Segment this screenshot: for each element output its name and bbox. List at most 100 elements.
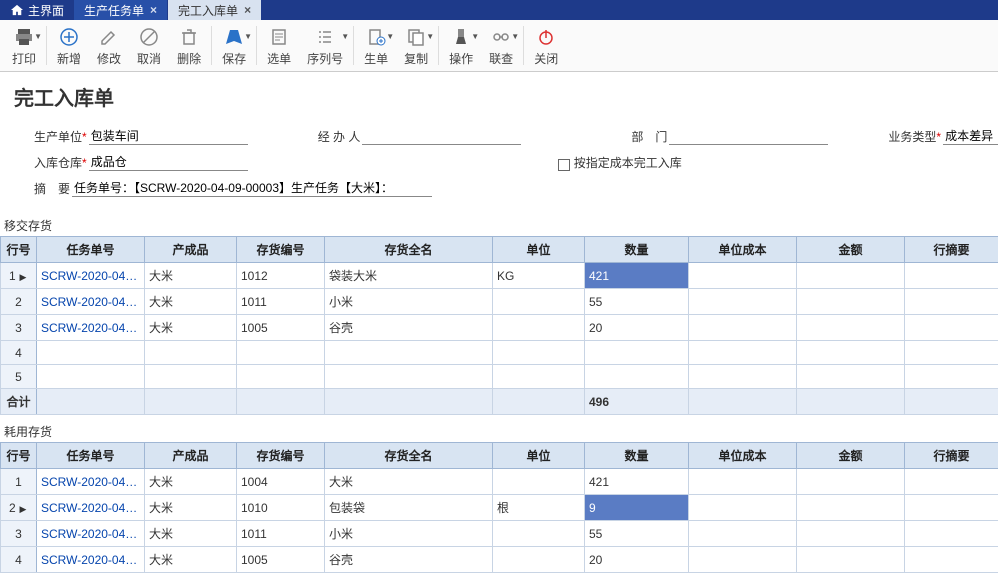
cell-unit[interactable]: 根	[493, 495, 585, 521]
cell-qty[interactable]: 20	[585, 315, 689, 341]
cell-rownum[interactable]: 2	[1, 289, 37, 315]
cell-code[interactable]: 1011	[237, 289, 325, 315]
cell-task[interactable]: SCRW-2020-04-09-0	[37, 495, 145, 521]
cell-name[interactable]	[325, 365, 493, 389]
cell-rownum[interactable]: 3	[1, 315, 37, 341]
handler-input[interactable]	[362, 127, 521, 145]
cell-qty[interactable]: 55	[585, 521, 689, 547]
col-amount[interactable]: 金额	[797, 443, 905, 469]
cell-unit[interactable]	[493, 365, 585, 389]
chevron-down-icon[interactable]: ▼	[386, 32, 394, 41]
cell-amount[interactable]	[797, 365, 905, 389]
cell-prod[interactable]: 大米	[145, 495, 237, 521]
cell-code[interactable]: 1011	[237, 521, 325, 547]
cell-remark[interactable]	[905, 495, 998, 521]
table-row[interactable]: 3SCRW-2020-04-09-0大米1005谷壳 20	[1, 315, 998, 341]
col-code[interactable]: 存货编号	[237, 443, 325, 469]
col-unit[interactable]: 单位	[493, 237, 585, 263]
cell-rownum[interactable]: 4	[1, 341, 37, 365]
cell-code[interactable]: 1005	[237, 315, 325, 341]
field-spec-cost[interactable]: 按指定成本完工入库	[558, 154, 682, 171]
chevron-down-icon[interactable]: ▼	[244, 32, 252, 41]
cell-remark[interactable]	[905, 521, 998, 547]
cell-remark[interactable]	[905, 365, 998, 389]
cell-amount[interactable]	[797, 315, 905, 341]
cell-code[interactable]	[237, 341, 325, 365]
cell-unit[interactable]	[493, 315, 585, 341]
chevron-down-icon[interactable]: ▼	[34, 32, 42, 41]
cell-task[interactable]: SCRW-2020-04-09-0	[37, 315, 145, 341]
table-row[interactable]: 1SCRW-2020-04-09-0大米1004大米421	[1, 469, 998, 495]
col-name[interactable]: 存货全名	[325, 237, 493, 263]
cell-rownum[interactable]: 2 ▶	[1, 495, 37, 521]
cell-unit[interactable]	[493, 547, 585, 573]
cell-ucost[interactable]	[689, 547, 797, 573]
edit-button[interactable]: 修改	[89, 22, 129, 69]
col-rownum[interactable]: 行号	[1, 443, 37, 469]
table-row[interactable]: 3SCRW-2020-04-09-0大米1011小米55	[1, 521, 998, 547]
cancel-button[interactable]: 取消	[129, 22, 169, 69]
col-rownum[interactable]: 行号	[1, 237, 37, 263]
chevron-down-icon[interactable]: ▼	[511, 32, 519, 41]
link-query-button[interactable]: 联查 ▼	[481, 22, 521, 69]
copy-button[interactable]: 复制 ▼	[396, 22, 436, 69]
cell-code[interactable]: 1005	[237, 547, 325, 573]
cell-task[interactable]: SCRW-2020-04-09-0	[37, 263, 145, 289]
col-qty[interactable]: 数量	[585, 443, 689, 469]
col-task[interactable]: 任务单号	[37, 443, 145, 469]
cell-ucost[interactable]	[689, 469, 797, 495]
cell-name[interactable]: 谷壳	[325, 315, 493, 341]
close-icon[interactable]: ×	[244, 3, 251, 17]
serial-button[interactable]: 序列号 ▼	[299, 22, 351, 69]
cell-remark[interactable]	[905, 315, 998, 341]
cell-rownum[interactable]: 1	[1, 469, 37, 495]
col-name[interactable]: 存货全名	[325, 443, 493, 469]
cell-amount[interactable]	[797, 289, 905, 315]
cell-qty[interactable]	[585, 341, 689, 365]
biz-type-input[interactable]	[943, 127, 998, 145]
in-wh-input[interactable]	[89, 153, 248, 171]
cell-prod[interactable]: 大米	[145, 547, 237, 573]
chevron-down-icon[interactable]: ▼	[471, 32, 479, 41]
cell-prod[interactable]: 大米	[145, 315, 237, 341]
cell-rownum[interactable]: 3	[1, 521, 37, 547]
cell-rownum[interactable]: 1 ▶	[1, 263, 37, 289]
col-code[interactable]: 存货编号	[237, 237, 325, 263]
cell-task[interactable]	[37, 365, 145, 389]
col-amount[interactable]: 金额	[797, 237, 905, 263]
cell-unit[interactable]	[493, 289, 585, 315]
tab-completion-in[interactable]: 完工入库单 ×	[168, 0, 262, 20]
tab-home[interactable]: 主界面	[0, 0, 74, 20]
cell-prod[interactable]	[145, 341, 237, 365]
col-task[interactable]: 任务单号	[37, 237, 145, 263]
cell-amount[interactable]	[797, 263, 905, 289]
cell-amount[interactable]	[797, 521, 905, 547]
table-row[interactable]: 4SCRW-2020-04-09-0大米1005谷壳20	[1, 547, 998, 573]
print-button[interactable]: 打印 ▼	[4, 22, 44, 69]
cell-name[interactable]: 袋装大米	[325, 263, 493, 289]
cell-qty[interactable]: 20	[585, 547, 689, 573]
cell-name[interactable]: 包装袋	[325, 495, 493, 521]
cell-amount[interactable]	[797, 547, 905, 573]
chevron-down-icon[interactable]: ▼	[341, 32, 349, 41]
cell-remark[interactable]	[905, 341, 998, 365]
close-button[interactable]: 关闭	[526, 22, 566, 69]
cell-code[interactable]: 1010	[237, 495, 325, 521]
cell-rownum[interactable]: 4	[1, 547, 37, 573]
cell-prod[interactable]	[145, 365, 237, 389]
operate-button[interactable]: 操作 ▼	[441, 22, 481, 69]
cell-amount[interactable]	[797, 495, 905, 521]
cell-prod[interactable]: 大米	[145, 521, 237, 547]
table-row[interactable]: 4	[1, 341, 998, 365]
cell-ucost[interactable]	[689, 341, 797, 365]
delete-button[interactable]: 删除	[169, 22, 209, 69]
cell-name[interactable]	[325, 341, 493, 365]
cell-code[interactable]	[237, 365, 325, 389]
cell-unit[interactable]	[493, 521, 585, 547]
cell-ucost[interactable]	[689, 289, 797, 315]
col-unit[interactable]: 单位	[493, 443, 585, 469]
prod-unit-input[interactable]	[89, 127, 248, 145]
col-remark[interactable]: 行摘要	[905, 237, 998, 263]
cell-task[interactable]	[37, 341, 145, 365]
cell-code[interactable]: 1012	[237, 263, 325, 289]
